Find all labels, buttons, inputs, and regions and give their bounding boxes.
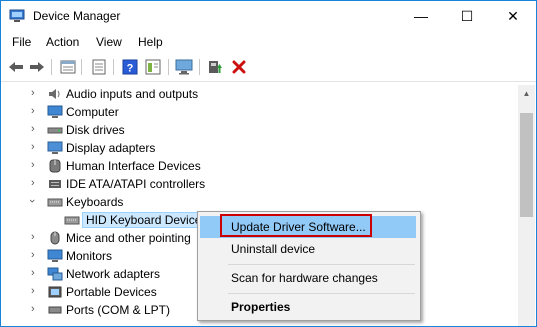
tree-item-keyboards[interactable]: › Keyboards — [1, 193, 518, 211]
tree-item-label: Computer — [66, 105, 119, 119]
tree-item-human-interface-devices[interactable]: › Human Interface Devices — [1, 157, 518, 175]
keyboard-icon — [64, 213, 80, 227]
portable-device-icon — [47, 285, 63, 299]
update-driver-icon[interactable] — [206, 58, 224, 76]
scroll-up-arrow-icon[interactable]: ▲ — [518, 85, 535, 102]
action-pane-icon[interactable] — [144, 58, 162, 76]
vertical-scrollbar[interactable]: ▲ — [518, 85, 535, 326]
hid-icon — [47, 159, 63, 173]
forward-arrow-icon[interactable] — [28, 58, 46, 76]
tree-item-label: IDE ATA/ATAPI controllers — [66, 177, 206, 191]
expand-chevron-icon[interactable]: › — [31, 87, 35, 99]
svg-text:?: ? — [127, 63, 134, 75]
tree-item-label: HID Keyboard Device — [82, 212, 206, 228]
close-button[interactable]: ✕ — [490, 1, 536, 31]
tree-item-label: Keyboards — [66, 195, 124, 209]
tree-item-label: Network adapters — [66, 267, 161, 281]
title-bar[interactable]: Device Manager — ☐ ✕ — [1, 1, 536, 31]
menu-view[interactable]: View — [96, 35, 122, 49]
uninstall-x-icon[interactable] — [230, 58, 248, 76]
expand-chevron-icon[interactable]: › — [31, 177, 35, 189]
menu-item-scan-hardware[interactable]: Scan for hardware changes — [200, 267, 416, 289]
tree-item-disk-drives[interactable]: › Disk drives — [1, 121, 518, 139]
expand-chevron-icon[interactable]: › — [31, 231, 35, 243]
toolbar-separator — [168, 59, 169, 75]
monitor-scan-icon[interactable] — [175, 58, 193, 76]
tree-item-label: Monitors — [66, 249, 113, 263]
computer-icon — [47, 105, 63, 119]
highlight-callout-box — [220, 214, 372, 237]
keyboard-icon — [47, 195, 63, 209]
menu-item-label: Uninstall device — [231, 242, 316, 256]
menu-item-label: Scan for hardware changes — [231, 271, 378, 285]
maximize-button[interactable]: ☐ — [444, 1, 490, 31]
menu-separator — [228, 293, 415, 294]
tree-item-label: Human Interface Devices — [66, 159, 201, 173]
expand-chevron-icon[interactable]: › — [31, 285, 35, 297]
speaker-icon — [47, 87, 63, 101]
expand-chevron-icon[interactable]: › — [31, 105, 35, 117]
menu-item-label: Properties — [231, 300, 291, 314]
mouse-icon — [47, 231, 63, 245]
device-manager-app-icon — [9, 9, 25, 23]
back-arrow-icon[interactable] — [7, 58, 25, 76]
tree-item-ide-controllers[interactable]: › IDE ATA/ATAPI controllers — [1, 175, 518, 193]
menu-bar: File Action View Help — [1, 32, 536, 52]
help-icon[interactable]: ? — [121, 58, 139, 76]
tree-item-label: Disk drives — [66, 123, 125, 137]
menu-item-properties[interactable]: Properties — [200, 296, 416, 318]
menu-help[interactable]: Help — [138, 35, 163, 49]
tree-item-computer[interactable]: › Computer — [1, 103, 518, 121]
menu-action[interactable]: Action — [46, 35, 79, 49]
network-icon — [47, 267, 63, 281]
toolbar-separator — [113, 59, 114, 75]
window-title: Device Manager — [33, 9, 121, 23]
toolbar: ? — [1, 53, 536, 82]
menu-item-uninstall-device[interactable]: Uninstall device — [200, 238, 416, 260]
tree-item-label: Audio inputs and outputs — [66, 87, 199, 101]
tree-item-display-adapters[interactable]: › Display adapters — [1, 139, 518, 157]
show-all-icon[interactable] — [90, 58, 108, 76]
expand-chevron-icon[interactable]: › — [31, 249, 35, 261]
toolbar-separator — [81, 59, 82, 75]
ide-controller-icon — [47, 177, 63, 191]
monitor-icon — [47, 249, 63, 263]
expand-chevron-icon[interactable]: › — [31, 303, 35, 315]
expand-chevron-icon[interactable]: › — [31, 123, 35, 135]
tree-item-label: Display adapters — [66, 141, 156, 155]
disk-drive-icon — [47, 123, 63, 137]
tree-item-label: Ports (COM & LPT) — [66, 303, 171, 317]
menu-separator — [228, 264, 415, 265]
toolbar-separator — [199, 59, 200, 75]
expand-chevron-icon[interactable]: › — [31, 159, 35, 171]
expand-chevron-icon[interactable]: › — [31, 141, 35, 153]
display-adapter-icon — [47, 141, 63, 155]
menu-file[interactable]: File — [12, 35, 31, 49]
tree-item-label: Portable Devices — [66, 285, 157, 299]
port-icon — [47, 303, 63, 317]
tree-item-label: Mice and other pointing — [66, 231, 191, 245]
properties-icon[interactable] — [59, 58, 77, 76]
minimize-button[interactable]: — — [398, 1, 444, 31]
scrollbar-thumb[interactable] — [520, 113, 533, 217]
toolbar-separator — [51, 59, 52, 75]
tree-item-audio[interactable]: › Audio inputs and outputs — [1, 85, 518, 103]
expand-chevron-icon[interactable]: › — [31, 267, 35, 279]
collapse-chevron-icon[interactable]: › — [26, 199, 38, 203]
